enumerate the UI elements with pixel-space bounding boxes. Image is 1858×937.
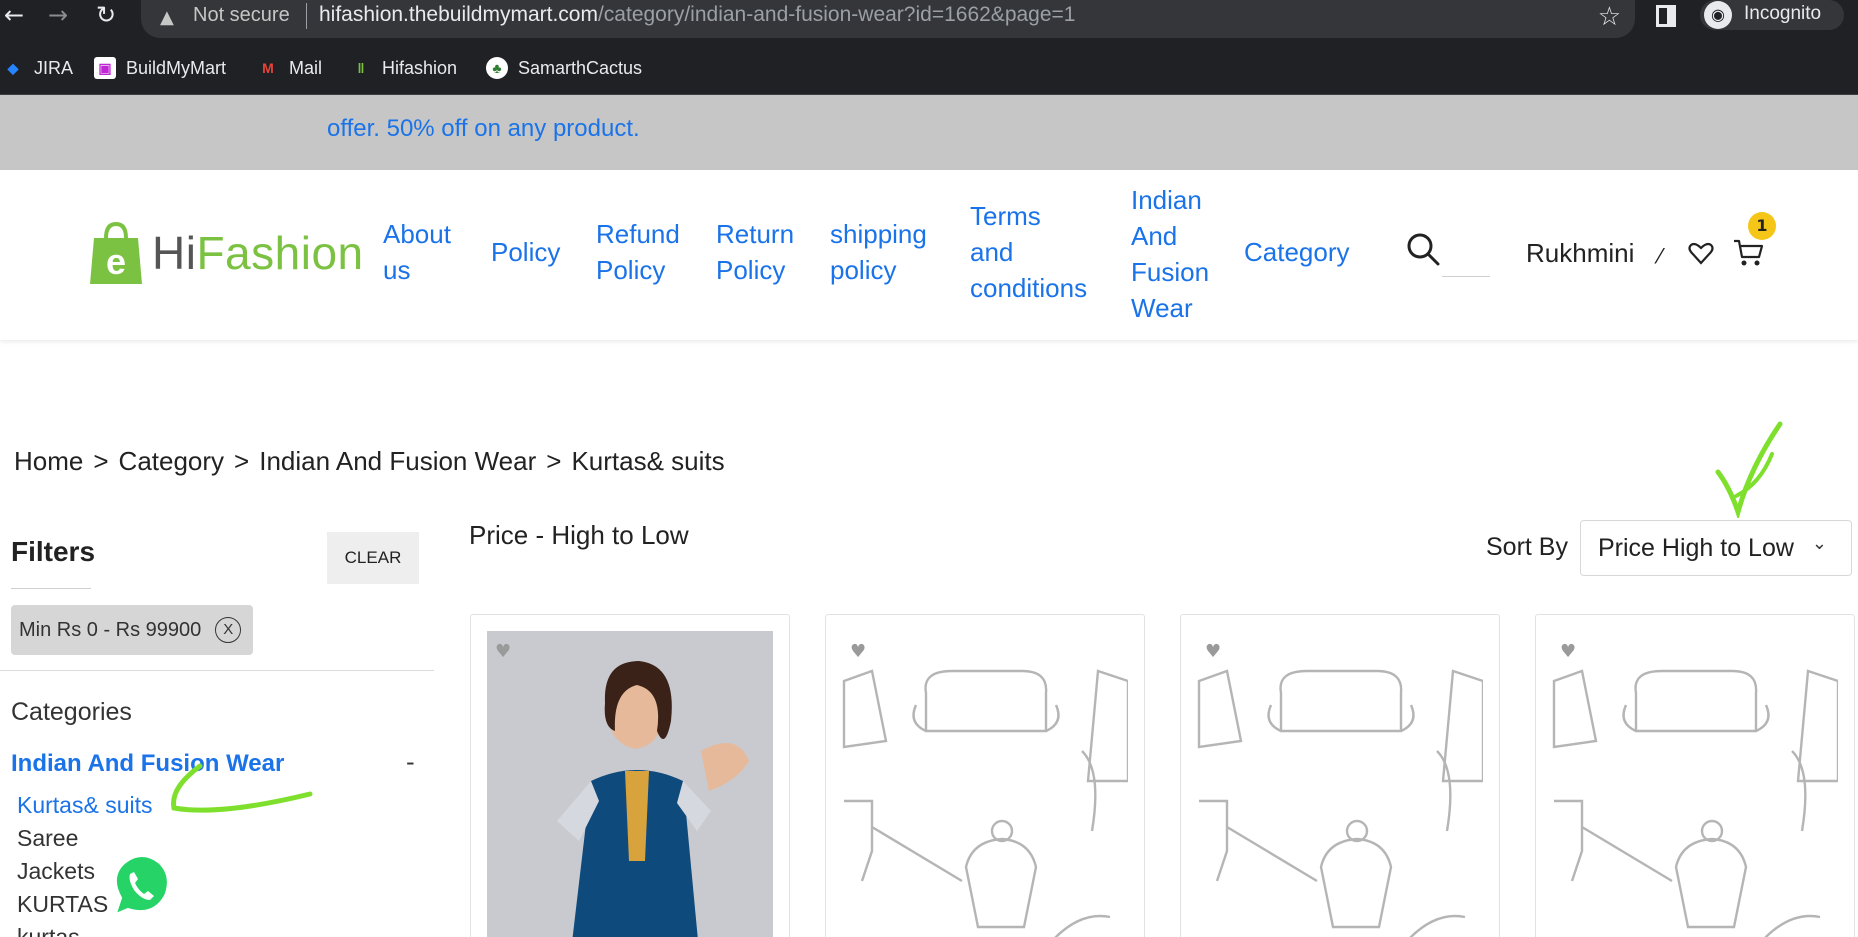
svg-text:e: e xyxy=(106,241,126,282)
bookmark-star-icon[interactable]: ☆ xyxy=(1598,2,1621,32)
placeholder-image[interactable] xyxy=(842,631,1128,937)
sidebar-divider xyxy=(0,670,434,671)
hifashion-logo[interactable]: e HiFashion xyxy=(88,218,363,298)
product-image[interactable] xyxy=(487,631,773,937)
remove-filter-icon[interactable]: X xyxy=(215,617,242,643)
buildmymart-icon: ▣ xyxy=(94,57,116,79)
wishlist-heart-icon[interactable] xyxy=(1688,240,1714,266)
bookmark-buildmymart[interactable]: ▣ BuildMyMart xyxy=(94,54,226,82)
collapse-toggle[interactable]: - xyxy=(406,748,415,776)
listing-sort-title: Price - High to Low xyxy=(469,520,689,550)
filters-title: Filters xyxy=(11,536,96,567)
bookmark-hifashion[interactable]: ǁ Hifashion xyxy=(350,54,458,82)
product-card[interactable]: ♥ xyxy=(470,614,790,937)
reload-icon[interactable]: ↻ xyxy=(92,2,120,30)
forward-arrow-icon[interactable]: → xyxy=(44,2,72,30)
gmail-icon: M xyxy=(262,60,274,76)
product-card[interactable]: ♥ xyxy=(1180,614,1500,937)
annotation-checkmark xyxy=(1715,421,1783,518)
url-text[interactable]: hifashion.thebuildmymart.com/category/in… xyxy=(319,3,1075,27)
browser-toolbar: ← → ↻ ▲ Not secure hifashion.thebuildmym… xyxy=(0,0,1858,40)
category-kurtas-lower[interactable]: kurtas xyxy=(17,924,80,937)
category-saree[interactable]: Saree xyxy=(17,825,78,852)
product-card[interactable]: ♥ xyxy=(1535,614,1855,937)
wishlist-heart-icon[interactable]: ♥ xyxy=(1560,641,1576,662)
hifashion-icon: ǁ xyxy=(357,60,365,76)
breadcrumb: Home > Category > Indian And Fusion Wear… xyxy=(14,446,725,477)
product-card[interactable]: ♥ xyxy=(825,614,1145,937)
warning-icon: ▲ xyxy=(160,7,174,28)
breadcrumb-separator: > xyxy=(234,446,250,476)
clear-filters-button[interactable]: CLEAR xyxy=(327,532,419,584)
sort-dropdown[interactable]: Price High to Low ⌄ xyxy=(1580,520,1852,576)
placeholder-image[interactable] xyxy=(1552,631,1838,937)
nav-shipping-policy[interactable]: shipping policy xyxy=(830,216,927,288)
offer-text[interactable]: offer. 50% off on any product. xyxy=(327,115,640,143)
address-bar[interactable]: ▲ Not secure hifashion.thebuildmymart.co… xyxy=(141,0,1635,38)
bookmark-samarthcactus[interactable]: ♣ SamarthCactus xyxy=(486,54,642,82)
incognito-label: Incognito xyxy=(1744,3,1822,24)
bookmark-jira[interactable]: ◆ JIRA xyxy=(2,54,73,82)
incognito-icon: ◉ xyxy=(1704,1,1732,29)
back-arrow-icon[interactable]: ← xyxy=(0,2,28,30)
whatsapp-icon[interactable] xyxy=(98,846,178,926)
bookmark-mail[interactable]: M Mail xyxy=(257,54,322,82)
shopping-bag-icon: e xyxy=(90,222,142,284)
category-kurtas-upper[interactable]: KURTAS xyxy=(17,891,108,918)
side-panel-icon[interactable] xyxy=(1656,5,1676,27)
filters-underline xyxy=(11,588,91,589)
user-icon[interactable]: ⁄ xyxy=(1658,244,1661,268)
breadcrumb-indian-and-fusion-wear[interactable]: Indian And Fusion Wear xyxy=(259,446,536,477)
category-indian-and-fusion-wear[interactable]: Indian And Fusion Wear xyxy=(11,750,284,778)
page-root: { "browser": { "security": "Not secure",… xyxy=(0,0,1858,937)
nav-return-policy[interactable]: Return Policy xyxy=(716,216,794,288)
sort-by-label: Sort By xyxy=(1486,533,1568,561)
search-icon[interactable] xyxy=(1406,232,1440,266)
offer-banner: offer. 50% off on any product. xyxy=(0,95,1858,170)
cactus-icon: ♣ xyxy=(486,57,508,79)
nav-policy[interactable]: Policy xyxy=(491,234,560,270)
nav-category[interactable]: Category xyxy=(1244,234,1350,270)
cart-count-badge: 1 xyxy=(1748,212,1776,240)
breadcrumb-category[interactable]: Category xyxy=(119,446,225,477)
category-kurtas-suits[interactable]: Kurtas& suits xyxy=(17,792,153,819)
nav-terms-and-conditions[interactable]: Terms and conditions xyxy=(970,198,1087,306)
price-filter-label: Min Rs 0 - Rs 99900 xyxy=(19,618,202,641)
incognito-indicator[interactable]: ◉ Incognito xyxy=(1700,0,1844,30)
breadcrumb-home[interactable]: Home xyxy=(14,446,83,477)
username[interactable]: Rukhmini xyxy=(1526,238,1634,269)
placeholder-image[interactable] xyxy=(1197,631,1483,937)
breadcrumb-separator: > xyxy=(93,446,109,476)
chevron-down-icon: ⌄ xyxy=(1811,533,1827,553)
bookmarks-bar: ◆ JIRA ▣ BuildMyMart M Mail ǁ Hifashion … xyxy=(0,40,1858,95)
search-input[interactable] xyxy=(1442,276,1490,277)
security-label: Not secure xyxy=(193,4,290,26)
nav-about-us[interactable]: About us xyxy=(383,216,451,288)
cart-icon[interactable] xyxy=(1733,238,1765,268)
nav-refund-policy[interactable]: Refund Policy xyxy=(596,216,680,288)
nav-indian-and-fusion-wear[interactable]: Indian And Fusion Wear xyxy=(1131,182,1209,326)
price-filter-chip: Min Rs 0 - Rs 99900 X xyxy=(11,605,253,655)
wishlist-heart-icon[interactable]: ♥ xyxy=(850,641,866,662)
sort-selected-value: Price High to Low xyxy=(1598,533,1794,562)
breadcrumb-separator: > xyxy=(546,446,562,476)
categories-heading: Categories xyxy=(11,698,132,726)
site-header: e HiFashion About us Policy Refund Polic… xyxy=(0,170,1858,340)
jira-icon: ◆ xyxy=(7,59,19,76)
wishlist-heart-icon[interactable]: ♥ xyxy=(495,641,511,662)
url-divider xyxy=(306,3,307,29)
wishlist-heart-icon[interactable]: ♥ xyxy=(1205,641,1221,662)
category-jackets[interactable]: Jackets xyxy=(17,858,95,885)
breadcrumb-kurtas-suits: Kurtas& suits xyxy=(571,446,725,476)
